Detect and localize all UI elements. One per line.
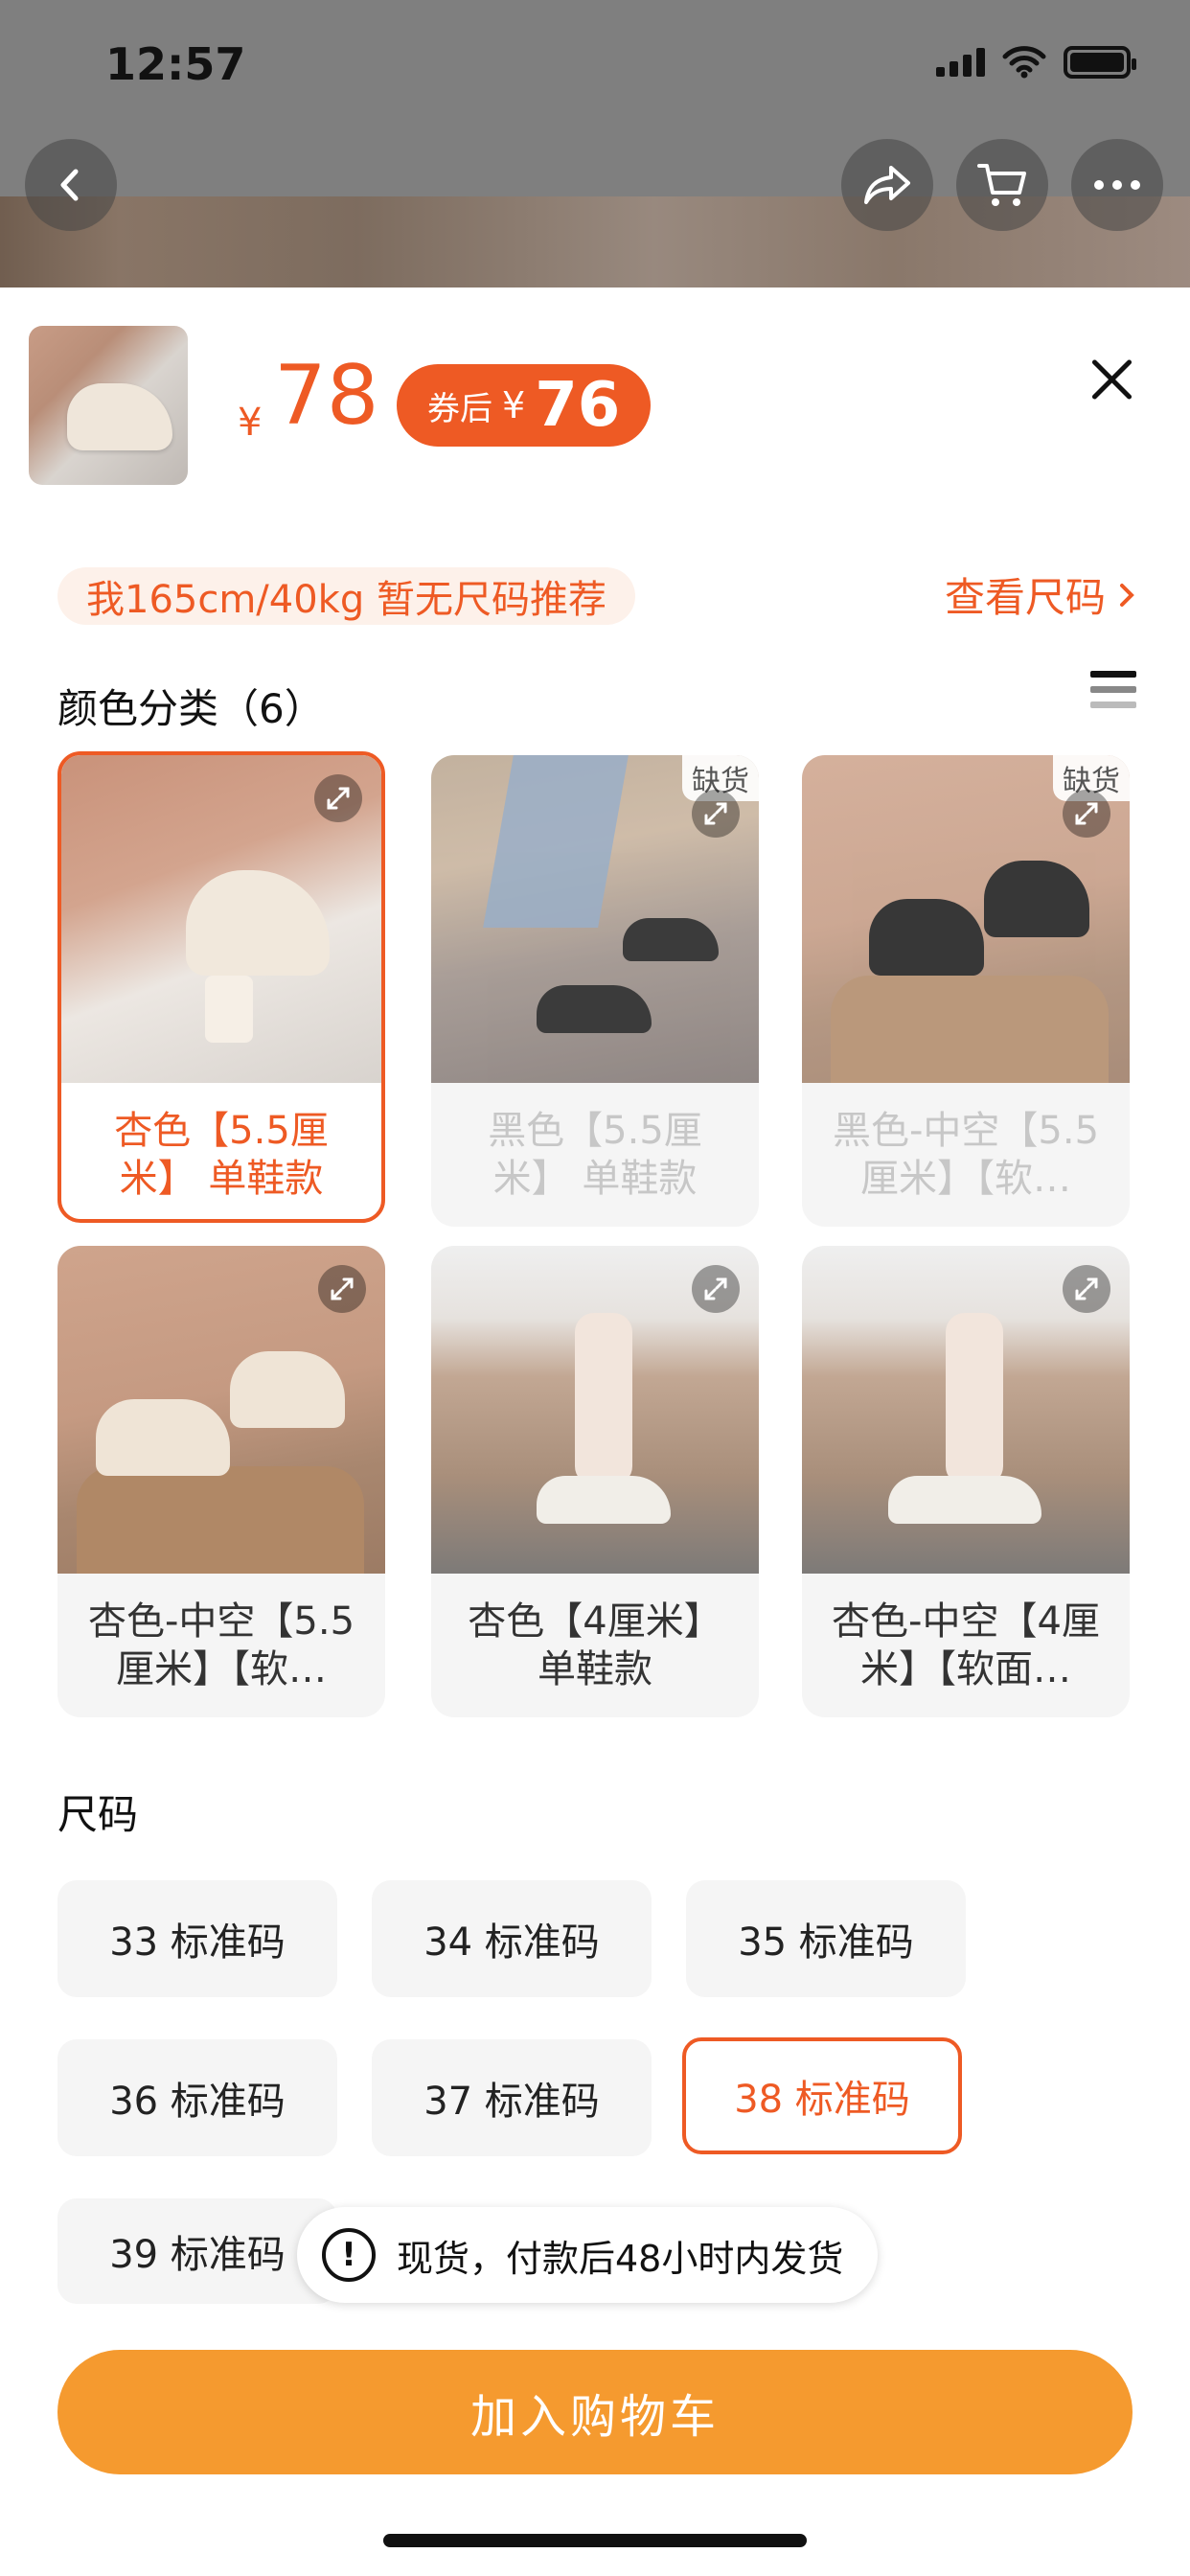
- wifi-icon: [1002, 46, 1046, 79]
- cart-icon: [977, 164, 1026, 206]
- color-option-5[interactable]: 杏色【4厘米】 单鞋款: [431, 1246, 759, 1717]
- color-option-label: 杏色【4厘米】 单鞋款: [468, 1599, 722, 1691]
- expand-icon[interactable]: [318, 1265, 366, 1313]
- chevron-right-icon: [1120, 583, 1134, 607]
- expand-icon[interactable]: [692, 790, 740, 838]
- color-section-title: 颜色分类（6）: [57, 685, 325, 732]
- expand-icon[interactable]: [692, 1265, 740, 1313]
- status-time: 12:57: [105, 38, 246, 90]
- dimmed-product-header[interactable]: 12:57: [0, 0, 1190, 288]
- more-button[interactable]: [1071, 139, 1163, 231]
- color-option-2[interactable]: 缺货 黑色【5.5厘米】 单鞋款: [431, 755, 759, 1227]
- price-currency: ¥: [238, 401, 263, 445]
- share-icon: [864, 166, 910, 204]
- size-option[interactable]: 34 标准码: [372, 1880, 652, 1997]
- list-view-icon[interactable]: [1090, 671, 1136, 715]
- back-icon: [60, 169, 79, 201]
- color-option-4[interactable]: 杏色-中空【5.5厘米】【软…: [57, 1246, 385, 1717]
- size-option[interactable]: 39 标准码: [57, 2198, 337, 2304]
- color-option-6[interactable]: 杏色-中空【4厘米】【软面…: [802, 1246, 1130, 1717]
- home-indicator[interactable]: [383, 2534, 807, 2547]
- coupon-currency: ¥: [502, 384, 526, 426]
- size-recommendation[interactable]: 我165cm/40kg 暂无尺码推荐: [57, 567, 635, 625]
- add-to-cart-button[interactable]: 加入购物车: [57, 2350, 1133, 2474]
- expand-icon[interactable]: [1063, 790, 1110, 838]
- color-option-label: 杏色【5.5厘米】 单鞋款: [114, 1109, 329, 1201]
- color-option-3[interactable]: 缺货 黑色-中空【5.5厘米】【软…: [802, 755, 1130, 1227]
- shipping-toast: ! 现货，付款后48小时内发货: [297, 2207, 879, 2303]
- share-button[interactable]: [841, 139, 933, 231]
- size-option[interactable]: 36 标准码: [57, 2039, 337, 2156]
- view-size-label: 查看尺码: [944, 574, 1106, 621]
- battery-icon: [1064, 46, 1136, 79]
- size-option[interactable]: 35 标准码: [686, 1880, 966, 1997]
- status-icons: [936, 46, 1136, 79]
- size-option[interactable]: 33 标准码: [57, 1880, 337, 1997]
- expand-icon[interactable]: [314, 774, 362, 822]
- cart-button[interactable]: [956, 139, 1048, 231]
- view-size-chart-link[interactable]: 查看尺码: [945, 565, 1136, 624]
- price: 78: [274, 348, 379, 444]
- size-option-selected[interactable]: 38 标准码: [682, 2037, 962, 2154]
- back-button[interactable]: [25, 139, 117, 231]
- sku-sheet: ¥ 78 券后 ¥ 76 我165cm/40kg 暂无尺码推荐 查看尺码 颜色分…: [0, 288, 1190, 2576]
- color-option-1[interactable]: 杏色【5.5厘米】 单鞋款: [57, 751, 385, 1223]
- signal-icon: [936, 48, 985, 77]
- color-option-label: 黑色【5.5厘米】 单鞋款: [488, 1109, 702, 1201]
- sku-picker-screen: 12:57 ¥ 78 券后 ¥ 76 我165cm/40kg 暂无尺码推荐 查看…: [0, 0, 1190, 2576]
- info-exclamation-icon: !: [322, 2228, 376, 2282]
- product-thumbnail[interactable]: [29, 326, 188, 485]
- size-section-title: 尺码: [57, 1791, 139, 1838]
- size-option[interactable]: 37 标准码: [372, 2039, 652, 2156]
- color-option-label: 杏色-中空【5.5厘米】【软…: [87, 1599, 355, 1691]
- coupon-price-badge: 券后 ¥ 76: [397, 364, 652, 447]
- close-icon[interactable]: [1085, 353, 1138, 406]
- more-icon: [1094, 180, 1140, 190]
- coupon-price: 76: [535, 370, 621, 441]
- toast-text: 现货，付款后48小时内发货: [397, 2237, 844, 2280]
- color-option-label: 黑色-中空【5.5厘米】【软…: [832, 1109, 1100, 1201]
- expand-icon[interactable]: [1063, 1265, 1110, 1313]
- coupon-label: 券后: [427, 389, 492, 428]
- color-option-label: 杏色-中空【4厘米】【软面…: [832, 1599, 1100, 1691]
